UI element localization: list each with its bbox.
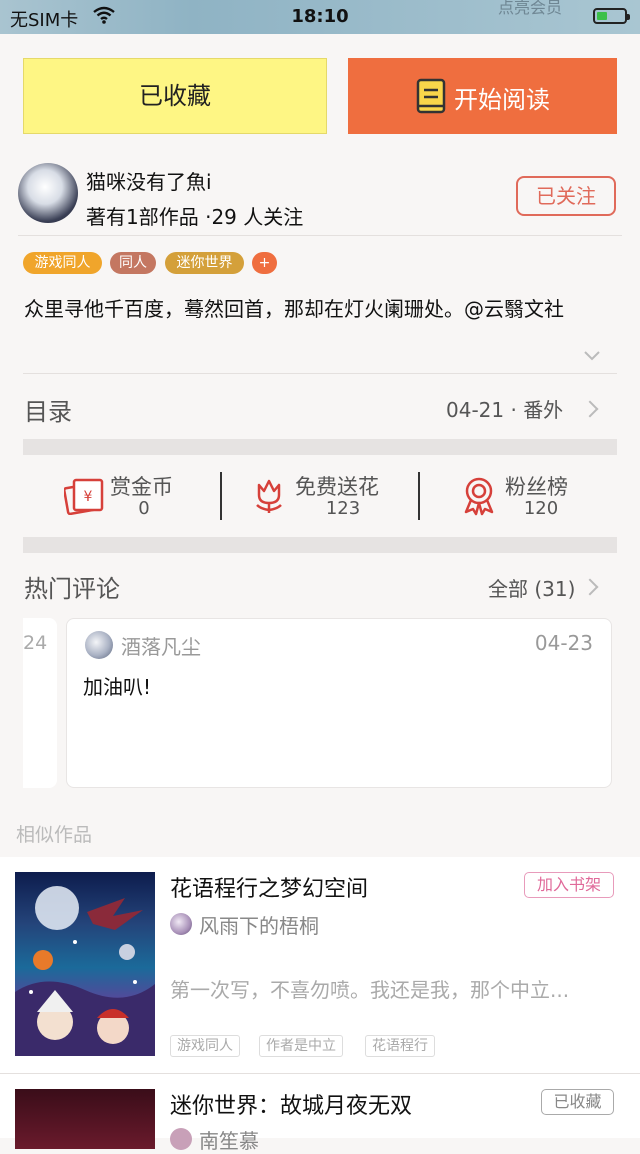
similar-item-tag[interactable]: 花语程行 — [365, 1035, 435, 1057]
comment-card[interactable]: 酒落凡尘 04-23 加油叭! — [66, 618, 612, 788]
flower-icon[interactable] — [251, 477, 287, 515]
similar-item-tag[interactable]: 游戏同人 — [170, 1035, 240, 1057]
tag-mini-world[interactable]: 迷你世界 — [165, 252, 244, 274]
author-avatar — [170, 913, 192, 935]
divider — [220, 472, 222, 520]
fan-ranking-value: 120 — [523, 498, 559, 519]
author-avatar[interactable] — [18, 163, 78, 223]
previous-comment-date-partial: 24 — [23, 632, 48, 654]
book-icon — [416, 78, 446, 114]
hot-comments-title: 热门评论 — [24, 575, 120, 603]
previous-comment-card[interactable]: 24 — [23, 618, 57, 788]
start-reading-label: 开始阅读 — [454, 86, 550, 114]
svg-text:¥: ¥ — [84, 489, 93, 505]
book-cover[interactable] — [15, 872, 155, 1056]
status-bar: 无SIM卡 点亮会员 18:10 — [0, 0, 640, 34]
add-to-shelf-button[interactable]: 加入书架 — [524, 872, 614, 898]
start-reading-button[interactable]: 开始阅读 — [348, 58, 617, 134]
expand-chevron-icon[interactable] — [583, 350, 601, 362]
divider — [23, 373, 617, 374]
cover-artwork — [15, 886, 155, 1056]
section-band — [23, 439, 617, 455]
battery-icon — [593, 8, 630, 24]
divider — [0, 1073, 640, 1074]
similar-item-title[interactable]: 花语程行之梦幻空间 — [170, 871, 368, 903]
tag-fanfic[interactable]: 同人 — [110, 252, 156, 274]
section-band — [23, 537, 617, 553]
collected-button[interactable]: 已收藏 — [23, 58, 327, 134]
divider — [18, 235, 622, 236]
author-name[interactable]: 猫咪没有了魚i — [86, 166, 212, 195]
commenter-avatar[interactable] — [85, 631, 113, 659]
commenter-name[interactable]: 酒落凡尘 — [121, 631, 201, 660]
free-flowers-label[interactable]: 免费送花 — [295, 471, 379, 501]
collected-badge-button[interactable]: 已收藏 — [541, 1089, 614, 1115]
catalog-latest[interactable]: 04-21 · 番外 — [446, 394, 563, 423]
similar-item-title[interactable]: 迷你世界：故城月夜无双 — [170, 1088, 412, 1120]
all-comments-link[interactable]: 全部 (31) — [488, 573, 575, 602]
reward-envelope-icon[interactable]: ¥ — [64, 477, 104, 515]
catalog-title[interactable]: 目录 — [24, 392, 72, 427]
free-flowers-value: 123 — [325, 498, 361, 519]
book-description: 众里寻他千百度，蓦然回首，那却在灯火阑珊处。@云翳文社 — [24, 297, 564, 321]
book-cover[interactable] — [15, 1089, 155, 1149]
tag-game-fanfic[interactable]: 游戏同人 — [23, 252, 102, 274]
similar-item-author[interactable]: 南笙慕 — [199, 1125, 259, 1154]
reward-coins-value: 0 — [138, 498, 150, 519]
chevron-right-icon — [581, 400, 599, 418]
clock: 18:10 — [291, 6, 349, 27]
medal-icon[interactable] — [461, 476, 497, 516]
similar-item-tag[interactable]: 作者是中立 — [259, 1035, 343, 1057]
similar-works-title: 相似作品 — [16, 824, 93, 846]
comment-text: 加油叭! — [83, 675, 152, 699]
author-avatar — [170, 1128, 192, 1150]
similar-item-description: 第一次写，不喜勿喷。我还是我，那个中立... — [170, 978, 570, 1002]
similar-item-author[interactable]: 风雨下的梧桐 — [199, 910, 319, 939]
divider — [418, 472, 420, 520]
add-tag-button[interactable]: + — [252, 252, 277, 274]
fan-ranking-label[interactable]: 粉丝榜 — [505, 471, 568, 501]
comment-date: 04-23 — [534, 631, 593, 655]
author-meta: 著有1部作品 ·29 人关注 — [86, 205, 304, 229]
reward-coins-label[interactable]: 赏金币 — [110, 471, 173, 501]
chevron-right-icon — [581, 578, 599, 596]
follow-button[interactable]: 已关注 — [516, 176, 616, 216]
